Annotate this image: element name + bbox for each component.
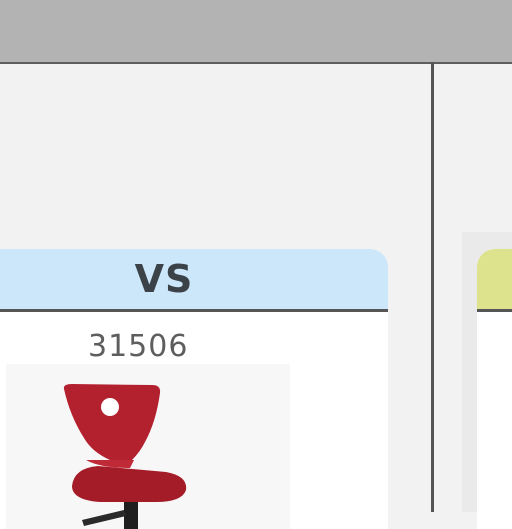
chair-lever [82, 510, 126, 526]
product-image[interactable] [6, 364, 290, 529]
top-bar [0, 0, 512, 64]
vs-label: VS [134, 257, 194, 301]
column-divider [431, 62, 434, 512]
card-header: VS [0, 249, 388, 312]
second-card-header [477, 249, 512, 312]
chair-handle-hole [101, 398, 119, 416]
second-product-card[interactable] [477, 249, 512, 529]
product-card[interactable]: VS 31506 [0, 249, 388, 529]
chair-backrest [63, 384, 161, 460]
red-chair-image [63, 384, 187, 529]
product-number: 31506 [88, 329, 189, 364]
chair-seat [72, 466, 187, 502]
